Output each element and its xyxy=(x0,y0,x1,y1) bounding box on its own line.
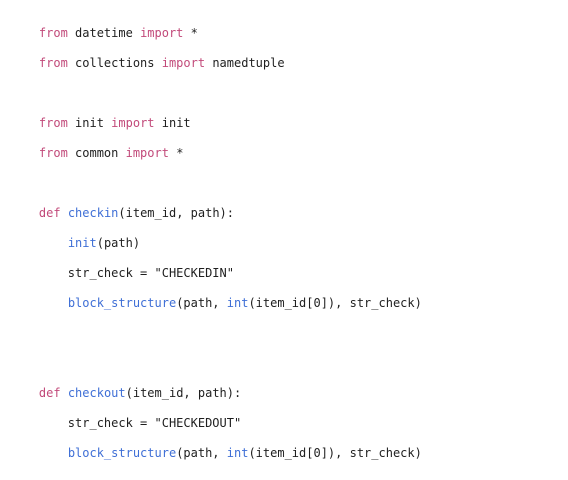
code-line-2: from collections import namedtuple xyxy=(10,36,285,70)
code-line-1: from datetime import * xyxy=(10,6,198,40)
module-name: common xyxy=(67,146,126,160)
keyword-from: from xyxy=(38,56,68,70)
function-call-int: int xyxy=(226,296,249,310)
code-line-14: str_check = "CHECKEDOUT" xyxy=(10,396,241,430)
keyword-import: import xyxy=(161,56,206,70)
import-target: * xyxy=(168,146,184,160)
function-call-int: int xyxy=(226,446,249,460)
code-viewer: from datetime import * from collections … xyxy=(0,0,568,460)
keyword-import: import xyxy=(125,146,169,160)
code-line-13: def checkout(item_id, path): xyxy=(10,366,241,400)
call-args: (path, xyxy=(176,446,227,460)
keyword-from: from xyxy=(38,146,68,160)
call-args: (path, xyxy=(176,296,227,310)
code-line-5: from common import * xyxy=(10,126,184,160)
call-args: (item_id[0]), str_check) xyxy=(248,296,422,310)
code-line-8: init(path) xyxy=(10,216,140,250)
code-line-15: block_structure(path, int(item_id[0]), s… xyxy=(10,426,422,460)
import-target: namedtuple xyxy=(205,56,285,70)
code-line-9: str_check = "CHECKEDIN" xyxy=(10,246,234,280)
function-call-block-structure: block_structure xyxy=(67,446,177,460)
module-name: collections xyxy=(67,56,162,70)
function-call-block-structure: block_structure xyxy=(67,296,177,310)
code-line-7: def checkin(item_id, path): xyxy=(10,186,234,220)
code-line-10: block_structure(path, int(item_id[0]), s… xyxy=(10,276,422,310)
call-args: (item_id[0]), str_check) xyxy=(248,446,422,460)
code-line-4: from init import init xyxy=(10,96,191,130)
